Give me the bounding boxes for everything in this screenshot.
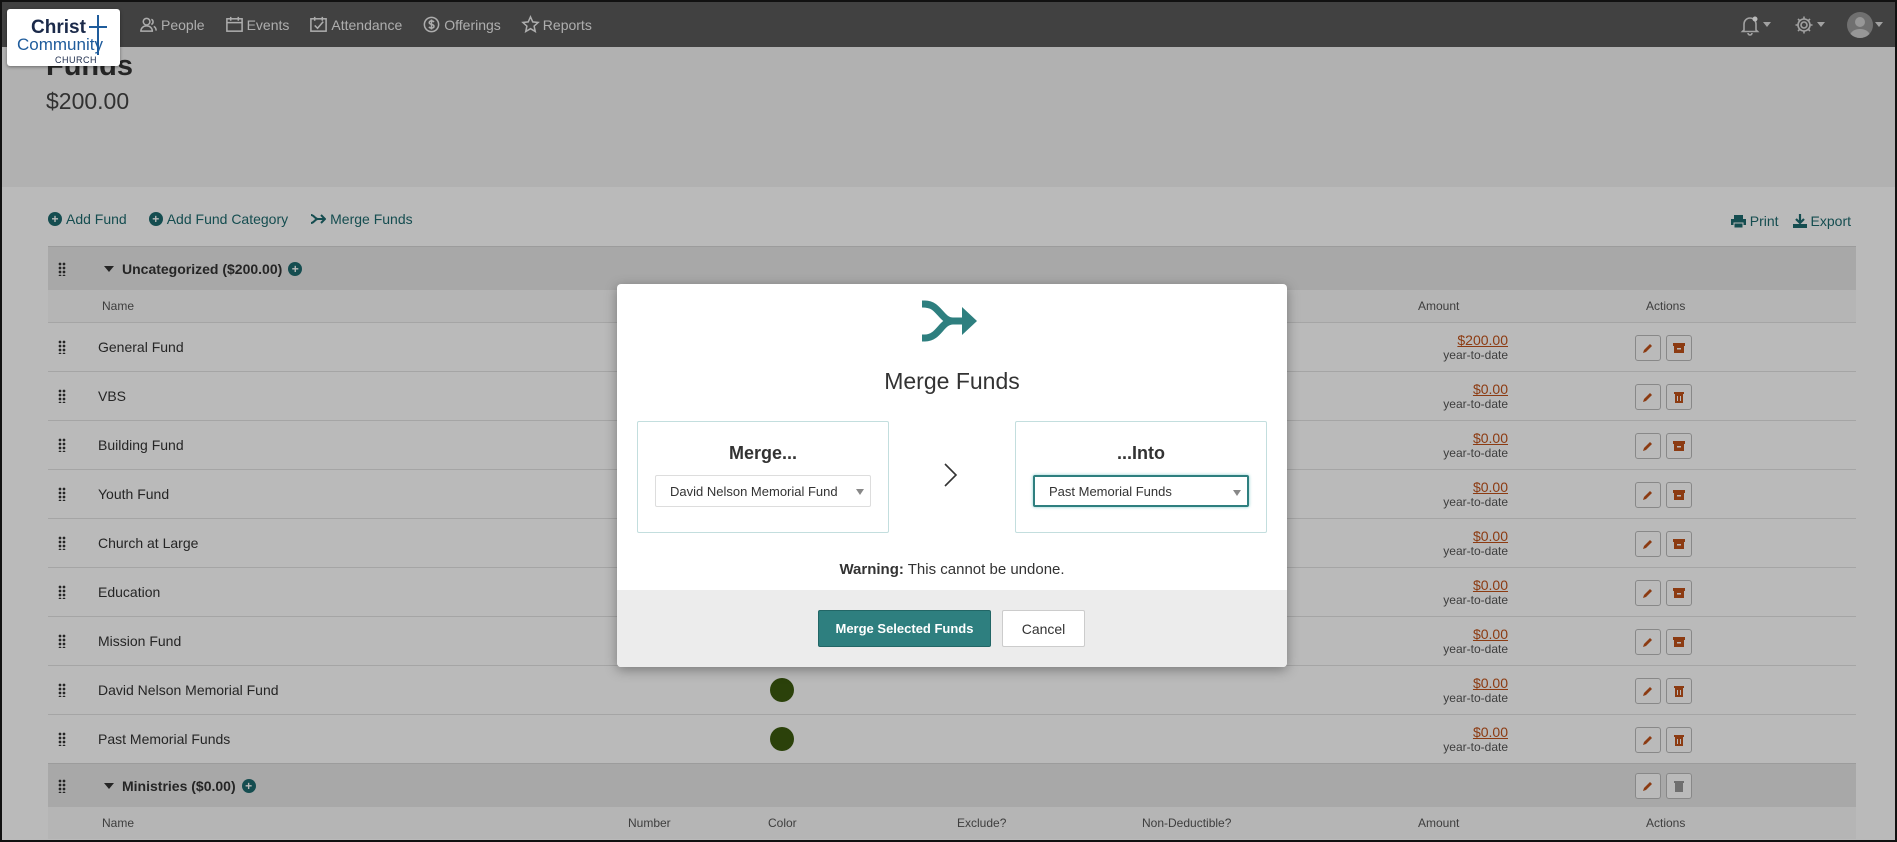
merge-from-panel: Merge... David Nelson Memorial Fund [637, 421, 889, 533]
app-window: Christ Community CHURCH People Events At… [0, 0, 1897, 842]
dialog-footer: Merge Selected Funds Cancel [617, 590, 1287, 667]
merge-from-title: Merge... [728, 443, 798, 463]
cancel-button[interactable]: Cancel [1002, 610, 1085, 647]
chevron-right-icon [944, 463, 958, 487]
merge-from-value: David Nelson Memorial Fund [670, 484, 838, 499]
warning-label: Warning: [839, 561, 904, 578]
chevron-down-icon [1233, 490, 1241, 496]
logo-line-3: CHURCH [55, 55, 97, 65]
warning-text: This cannot be undone. [903, 561, 1065, 578]
merge-into-select[interactable]: Past Memorial Funds [1033, 475, 1249, 507]
merge-from-select[interactable]: David Nelson Memorial Fund [655, 475, 871, 507]
merge-warning: Warning: This cannot be undone. [617, 561, 1287, 578]
dialog-title: Merge Funds [884, 368, 1020, 394]
chevron-down-icon [856, 489, 864, 495]
church-logo[interactable]: Christ Community CHURCH [7, 9, 120, 66]
merge-icon [922, 300, 977, 342]
logo-cross-bar [89, 26, 107, 28]
merge-into-value: Past Memorial Funds [1049, 484, 1172, 499]
merge-into-title: ...Into [1117, 443, 1165, 463]
merge-selected-funds-button[interactable]: Merge Selected Funds [818, 610, 991, 647]
merge-into-panel: ...Into Past Memorial Funds [1015, 421, 1267, 533]
logo-line-2: Community [17, 35, 103, 54]
merge-funds-dialog: Merge Funds Merge... David Nelson Memori… [617, 284, 1287, 667]
